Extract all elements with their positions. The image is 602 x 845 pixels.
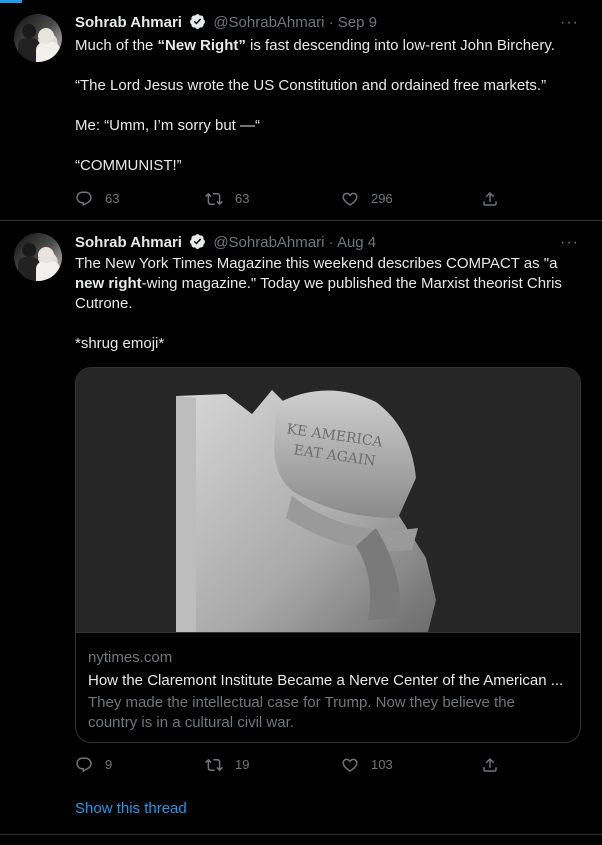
author-avatar[interactable] [14,233,62,281]
share-icon [483,757,497,772]
link-card[interactable]: KE AMERICA EAT AGAIN nytimes.com How the… [75,367,581,743]
tweet-header: Sohrab Ahmari @SohrabAhmari · Sep 9 [75,13,377,33]
tweet-date[interactable]: Aug 4 [337,234,376,251]
card-body[interactable]: nytimes.com How the Claremont Institute … [76,632,580,742]
more-options-icon[interactable]: ··· [560,235,578,255]
tweet-text-line: “COMMUNIST!” [75,157,182,174]
tweet-text: The New York Times Magazine this weekend… [75,254,575,354]
reply-count: 63 [105,190,120,206]
share-icon [483,191,497,206]
tweet-text-line: “The Lord Jesus wrote the US Constitutio… [75,77,547,94]
like-count: 103 [371,756,393,772]
reply-count: 9 [105,756,113,772]
reply-button[interactable]: 63 [75,188,119,208]
author-name[interactable]: Sohrab Ahmari [75,234,182,251]
more-options-icon[interactable]: ··· [560,15,578,35]
reply-icon [76,191,92,206]
retweet-button[interactable]: 63 [205,188,249,208]
retweet-icon [205,758,223,771]
verified-badge-icon [190,14,206,29]
tweet-text-line: *shrug emoji* [75,335,165,352]
tweet-text-line: Much of the “New Right” is fast descendi… [75,37,555,54]
heart-icon [342,192,358,206]
card-image[interactable]: KE AMERICA EAT AGAIN [76,368,580,632]
like-count: 296 [371,190,393,206]
card-domain: nytimes.com [88,649,173,666]
heart-icon [342,758,358,772]
card-description: They made the intellectual case for Trum… [88,694,515,731]
like-button[interactable]: 296 [341,188,393,208]
retweet-icon [205,192,223,205]
tweet-date[interactable]: Sep 9 [338,14,377,31]
reply-button[interactable]: 9 [75,754,112,774]
tweet-text-line: The New York Times Magazine this weekend… [75,255,562,312]
card-title[interactable]: How the Claremont Institute Became a Ner… [88,671,572,691]
author-name[interactable]: Sohrab Ahmari [75,14,182,31]
bottom-divider [0,834,602,835]
tweet-text-line: Me: “Umm, I’m sorry but —“ [75,117,261,134]
tweet-text: Much of the “New Right” is fast descendi… [75,36,575,176]
author-handle[interactable]: @SohrabAhmari [213,234,324,251]
author-handle[interactable]: @SohrabAhmari [213,14,324,31]
author-avatar[interactable] [14,14,62,62]
share-button[interactable] [481,188,499,208]
share-button[interactable] [481,754,499,774]
show-thread-link[interactable]: Show this thread [75,800,187,817]
tweet-2[interactable]: Sohrab Ahmari @SohrabAhmari · Aug 4 ··· … [0,221,602,835]
like-button[interactable]: 103 [341,754,393,774]
retweet-count: 63 [235,190,250,206]
separator-dot: · [328,234,334,251]
sculpture-image: KE AMERICA EAT AGAIN [76,368,580,632]
retweet-count: 19 [235,756,250,772]
reply-icon [76,757,92,772]
tweet-actions: 9 19 103 [75,754,505,774]
tweet-actions: 63 63 296 [75,188,505,208]
verified-badge-icon [190,234,206,249]
tweet-1[interactable]: Sohrab Ahmari @SohrabAhmari · Sep 9 ··· … [0,0,602,220]
tweet-header: Sohrab Ahmari @SohrabAhmari · Aug 4 [75,233,376,253]
separator-dot: · [328,14,334,31]
retweet-button[interactable]: 19 [205,754,249,774]
